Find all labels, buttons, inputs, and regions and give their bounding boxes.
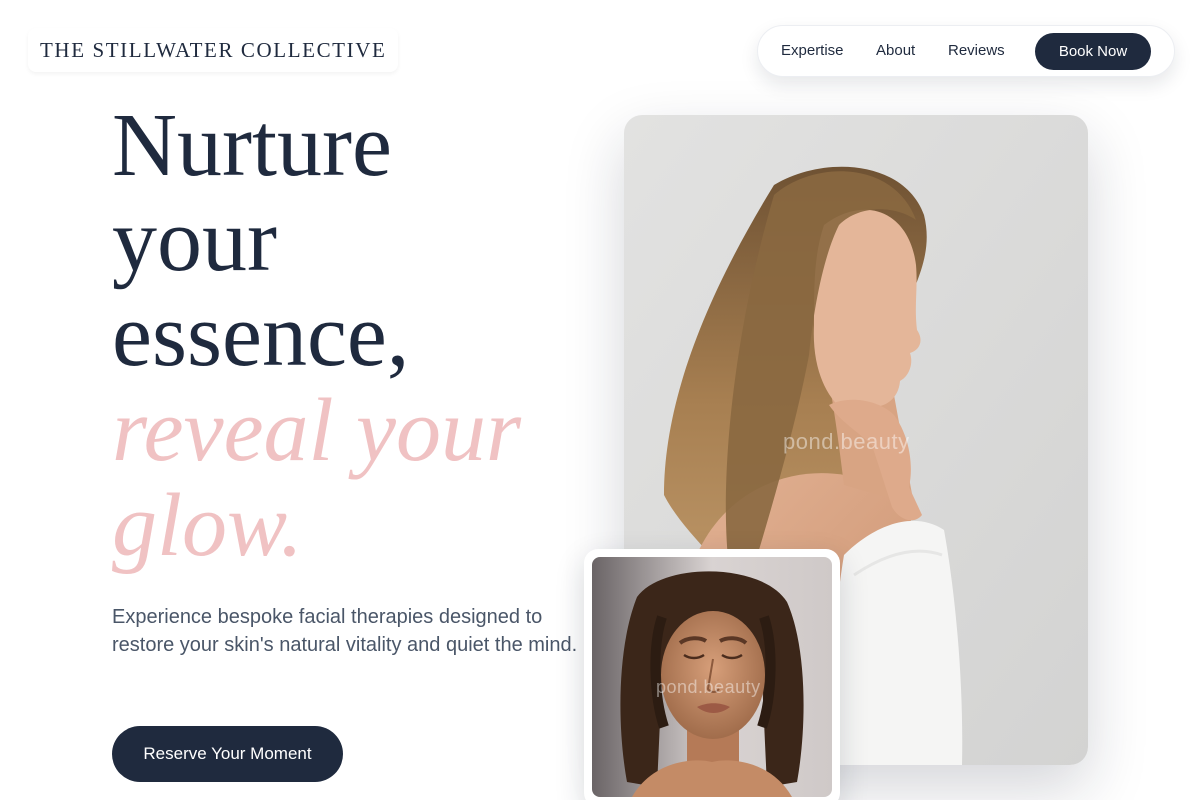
hero-title-accent-line: reveal your [112, 381, 521, 480]
nav-link-expertise[interactable]: Expertise [781, 42, 844, 60]
secondary-photo-card: pond.beauty [584, 549, 840, 800]
nav-link-about[interactable]: About [876, 42, 915, 60]
hero-title-accent-line: glow. [112, 476, 303, 575]
hero-title-line: essence, [112, 286, 410, 385]
secondary-photo: pond.beauty [592, 557, 832, 797]
hero-subtitle: Experience bespoke facial therapies desi… [112, 606, 578, 656]
hero-title: Nurture your essence, reveal your glow. [112, 98, 582, 573]
hero-title-line: your [112, 191, 277, 290]
book-now-button[interactable]: Book Now [1035, 33, 1151, 70]
image-watermark: pond.beauty [783, 429, 910, 454]
nav-link-reviews[interactable]: Reviews [948, 42, 1005, 60]
image-watermark: pond.beauty [656, 677, 761, 697]
brand-logo[interactable]: THE STILLWATER COLLECTIVE [28, 28, 398, 72]
reserve-moment-button[interactable]: Reserve Your Moment [112, 726, 343, 782]
main-nav: Expertise About Reviews Book Now [757, 25, 1175, 77]
hero-title-line: Nurture [112, 96, 392, 195]
